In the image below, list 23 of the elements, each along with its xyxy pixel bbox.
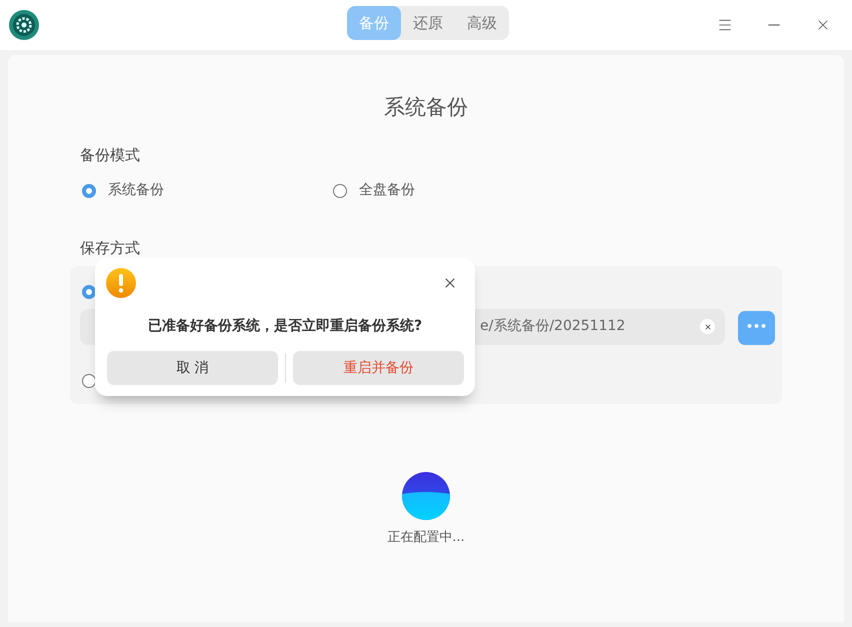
restart-button[interactable]: 重启并备份 [293,351,464,385]
clear-button[interactable] [700,319,715,334]
radio-label: 系统备份 [108,181,164,200]
section-label: 备份模式 [80,144,141,166]
radio-button[interactable] [333,184,347,198]
progress-orb-icon [402,472,450,520]
cancel-button[interactable]: 取 消 [107,351,278,385]
tab[interactable]: 高级 [455,6,509,40]
dialog-message: 已准备好备份系统，是否立即重启备份系统? [146,316,424,336]
warning-icon [106,268,136,298]
page-heading: 系统备份 [384,94,468,121]
status-text: 正在配置中... [387,528,465,546]
radio-button[interactable] [82,374,96,388]
radio-button[interactable] [82,184,96,198]
radio-button[interactable] [82,284,96,298]
gear-logo-icon [9,10,39,40]
browse-button[interactable]: ••• [738,310,775,344]
radio-label: 全盘备份 [359,181,415,200]
clear-icon [704,322,712,330]
menu-icon[interactable] [717,17,733,33]
path-text: e/系统备份/20251112 [480,317,626,336]
section-label: 保存方式 [80,238,141,259]
tab[interactable]: 还原 [401,6,455,40]
